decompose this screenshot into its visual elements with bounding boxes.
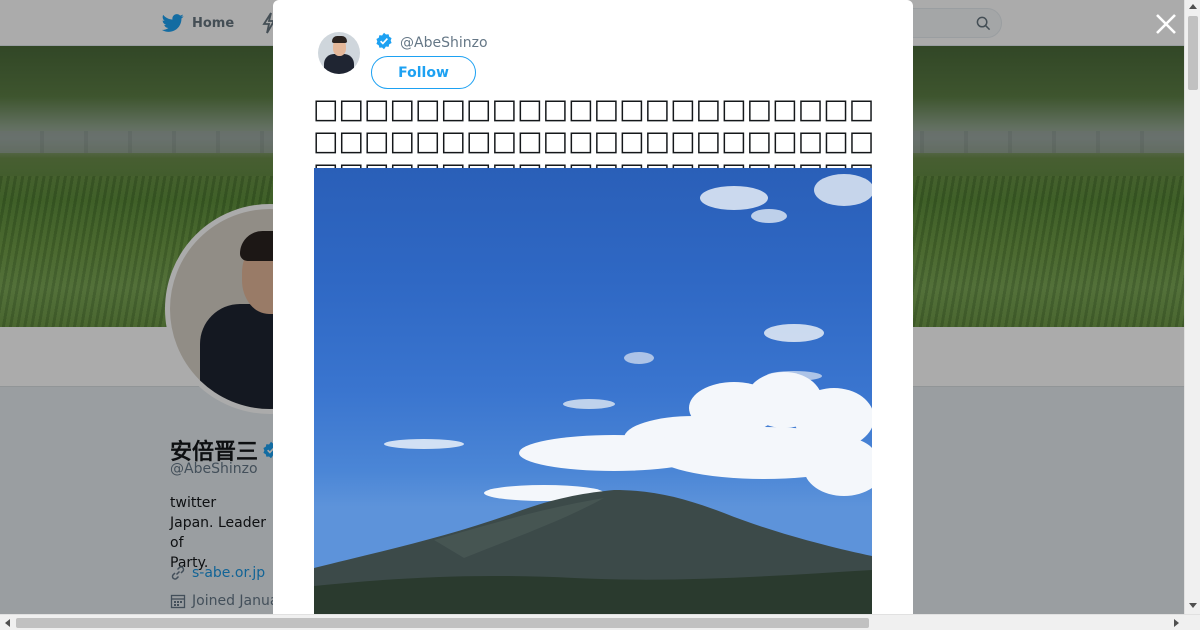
cloud [700, 186, 768, 210]
horizontal-scroll-thumb[interactable] [16, 618, 869, 628]
cloud [814, 174, 872, 206]
cloud [764, 324, 824, 342]
tweet-photo[interactable] [314, 168, 872, 614]
cumulus-cloud [384, 372, 872, 501]
avatar-hair [332, 36, 347, 43]
follow-button[interactable]: Follow [371, 56, 476, 89]
close-icon[interactable] [1154, 12, 1178, 36]
cloud [751, 209, 787, 223]
cloud [563, 399, 615, 409]
cloud [624, 352, 654, 364]
avatar-suit [324, 54, 354, 74]
scroll-left-arrow-icon[interactable] [5, 619, 10, 627]
tweet-author-avatar[interactable] [318, 32, 360, 74]
verified-badge-icon [376, 32, 392, 50]
vertical-scrollbar[interactable] [1184, 0, 1200, 614]
tweet-modal: @AbeShinzo Follow □□□□□□□□□□□□□□□□□□□□□□… [273, 0, 913, 614]
vertical-scroll-thumb[interactable] [1188, 16, 1198, 90]
horizontal-scrollbar[interactable] [0, 614, 1200, 630]
scroll-right-arrow-icon[interactable] [1174, 619, 1179, 627]
scroll-up-arrow-icon[interactable] [1189, 4, 1197, 9]
mountain-photo-art [314, 174, 872, 614]
tweet-author-handle[interactable]: @AbeShinzo [400, 35, 488, 51]
scroll-down-arrow-icon[interactable] [1189, 603, 1197, 608]
